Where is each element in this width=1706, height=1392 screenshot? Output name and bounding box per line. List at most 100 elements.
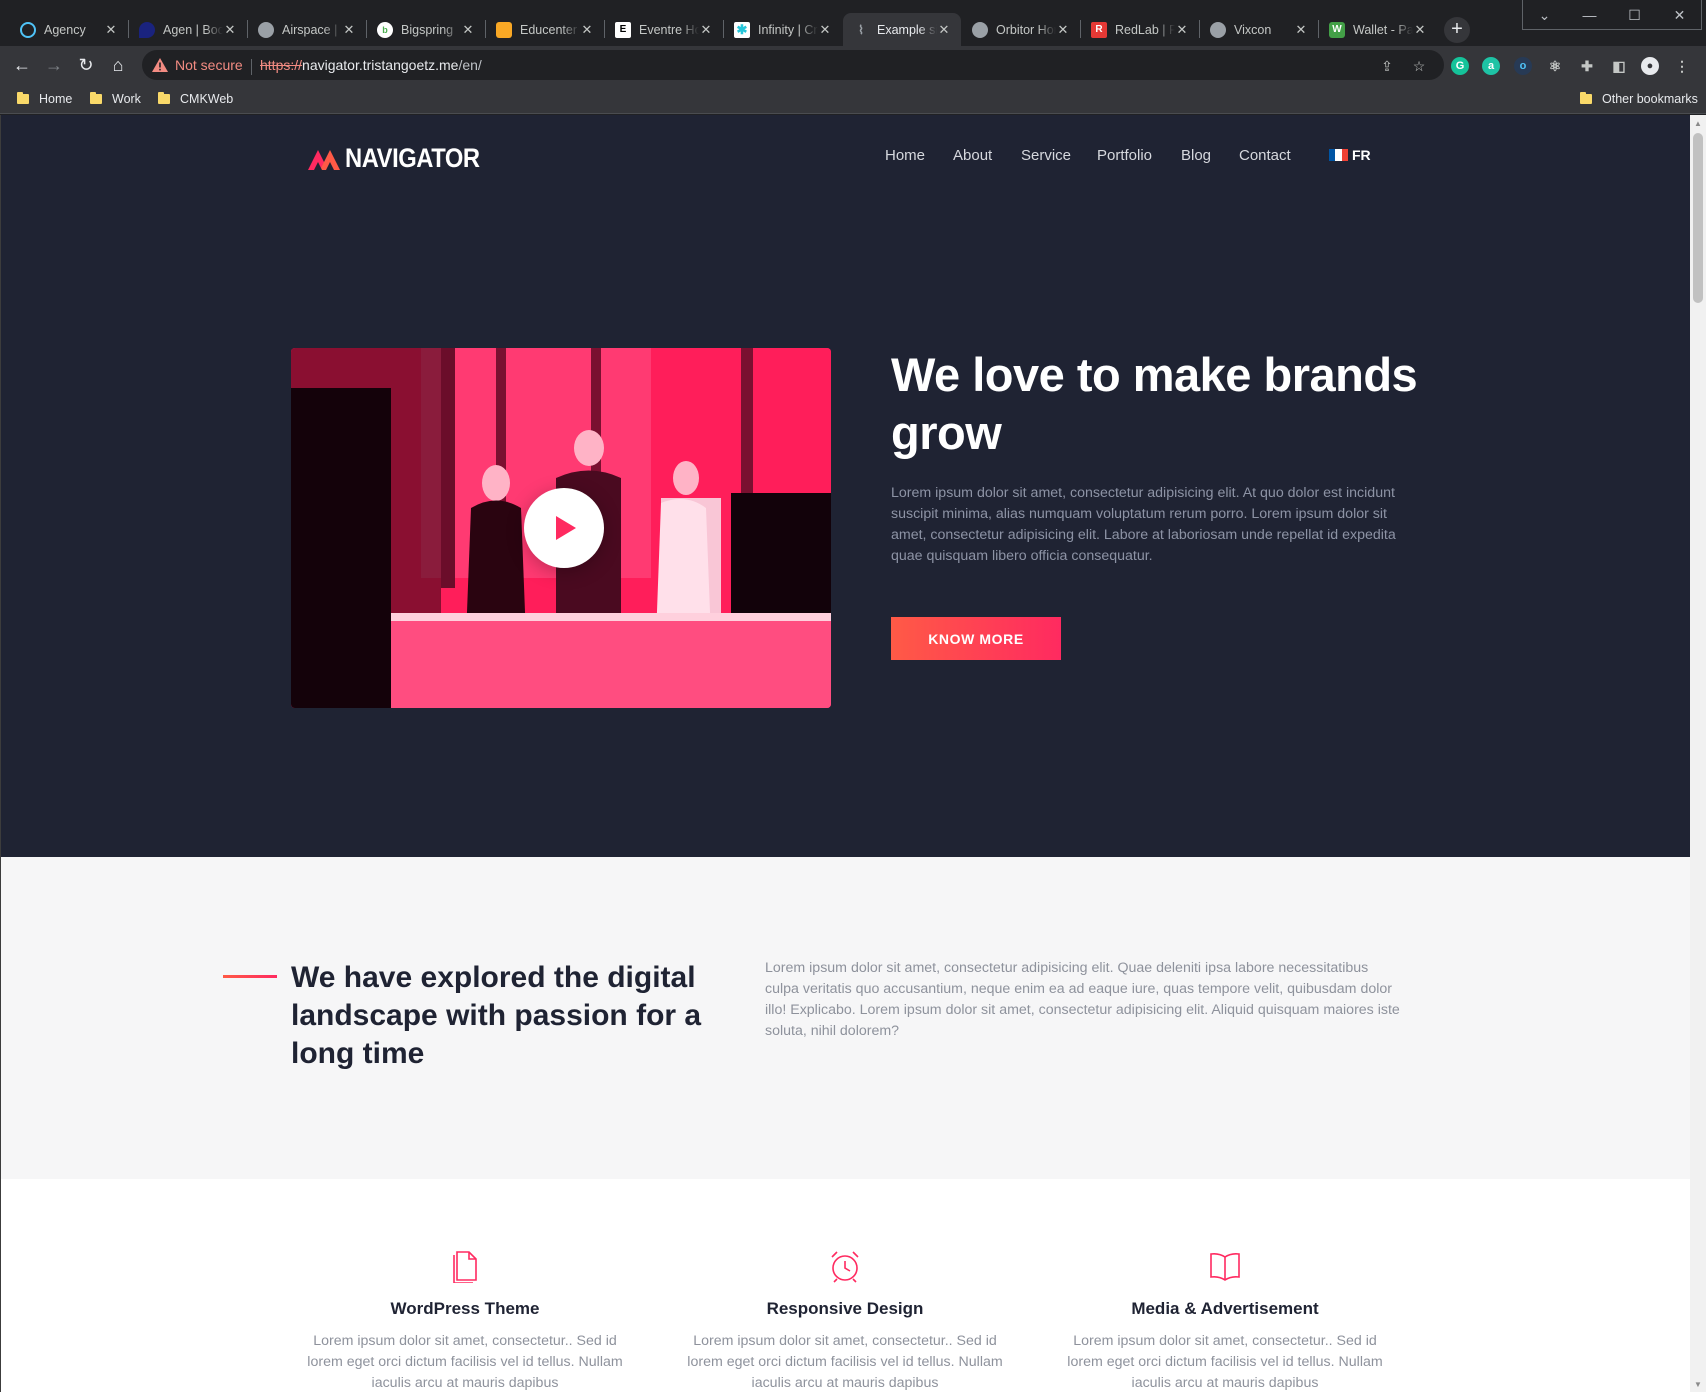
folder-icon bbox=[158, 92, 170, 104]
other-bookmarks[interactable]: Other bookmarks bbox=[1580, 90, 1698, 108]
close-tab-icon[interactable]: ✕ bbox=[1175, 22, 1189, 38]
minimize-icon[interactable]: — bbox=[1567, 0, 1612, 30]
folder-icon bbox=[1580, 92, 1592, 104]
service-text: Lorem ipsum dolor sit amet, consectetur.… bbox=[307, 1333, 623, 1391]
scroll-down-icon[interactable]: ▼ bbox=[1693, 1380, 1703, 1390]
reload-icon[interactable]: ↻ bbox=[74, 53, 98, 77]
play-button[interactable] bbox=[524, 488, 604, 568]
about-title: We have explored the digital landscape w… bbox=[291, 961, 702, 1070]
hero-text: Lorem ipsum dolor sit amet, consectetur … bbox=[891, 485, 1396, 564]
agency-globe-icon bbox=[20, 21, 36, 38]
bookmark-work[interactable]: Work bbox=[90, 90, 141, 108]
nav-portfolio[interactable]: Portfolio bbox=[1097, 147, 1152, 164]
tab-agen[interactable]: Agen | Bootstrap✕ bbox=[129, 13, 247, 46]
folder-icon bbox=[17, 92, 29, 104]
side-panel-icon[interactable]: ◧ bbox=[1610, 57, 1628, 75]
wallet-icon: W bbox=[1329, 21, 1345, 38]
close-tab-icon[interactable]: ✕ bbox=[1056, 22, 1070, 38]
service-text: Lorem ipsum dolor sit amet, consectetur.… bbox=[1067, 1333, 1383, 1391]
bigspring-icon: b bbox=[377, 21, 393, 38]
logo-mark-icon bbox=[308, 150, 340, 170]
box-icon bbox=[496, 21, 512, 38]
close-tab-icon[interactable]: ✕ bbox=[223, 22, 237, 38]
logo-text: NAVIGATOR bbox=[345, 142, 480, 173]
service-title: Media & Advertisement bbox=[1131, 1299, 1319, 1318]
folder-icon bbox=[90, 92, 102, 104]
nav-contact[interactable]: Contact bbox=[1239, 147, 1291, 164]
tab-search-icon[interactable]: ⌄ bbox=[1522, 0, 1567, 30]
react-devtools-icon[interactable]: ⚛ bbox=[1546, 57, 1564, 75]
nav-blog[interactable]: Blog bbox=[1181, 147, 1211, 164]
service-card: WordPress Theme Lorem ipsum dolor sit am… bbox=[300, 1249, 630, 1392]
asterisk-icon: ✱ bbox=[734, 21, 750, 38]
alarm-clock-icon bbox=[831, 1251, 859, 1283]
scroll-up-icon[interactable]: ▲ bbox=[1693, 119, 1703, 129]
service-title: Responsive Design bbox=[766, 1299, 924, 1318]
tab-vixcon[interactable]: Vixcon ✕ bbox=[1200, 13, 1318, 46]
extension-icon[interactable]: o bbox=[1514, 57, 1532, 75]
tab-airspace[interactable]: Airspace | ✕ bbox=[248, 13, 366, 46]
tab-example-site[interactable]: ⌇ Example site✕ bbox=[843, 13, 961, 46]
document-icon bbox=[453, 1251, 477, 1283]
nav-home[interactable]: Home bbox=[885, 147, 925, 164]
pulse-icon: ⌇ bbox=[858, 22, 864, 37]
tab-bigspring[interactable]: b Bigspring ✕ bbox=[367, 13, 485, 46]
close-tab-icon[interactable]: ✕ bbox=[461, 22, 475, 38]
close-tab-icon[interactable]: ✕ bbox=[342, 22, 356, 38]
tab-wallet[interactable]: W Wallet - Payment✕ bbox=[1319, 13, 1437, 46]
hero-title: We love to make brands grow bbox=[891, 348, 1418, 459]
eventre-e-icon: E bbox=[615, 21, 631, 38]
page-scrollbar[interactable] bbox=[1690, 115, 1706, 1392]
profile-avatar[interactable]: ● bbox=[1641, 57, 1659, 75]
tab-orbitor[interactable]: Orbitor Home✕ bbox=[962, 13, 1080, 46]
home-icon[interactable]: ⌂ bbox=[106, 53, 130, 77]
grammarly-extension-icon[interactable]: G bbox=[1451, 57, 1469, 75]
close-window-icon[interactable]: ✕ bbox=[1657, 0, 1702, 30]
tab-agency[interactable]: Agency ✕ bbox=[10, 13, 128, 46]
globe-icon bbox=[1210, 21, 1226, 38]
about-text: Lorem ipsum dolor sit amet, consectetur … bbox=[765, 960, 1400, 1039]
maximize-icon[interactable]: ☐ bbox=[1612, 0, 1657, 30]
url-text[interactable]: https://navigator.tristangoetz.me/en/ bbox=[260, 57, 482, 73]
forward-icon[interactable]: → bbox=[42, 53, 66, 77]
globe-icon bbox=[972, 21, 988, 38]
close-tab-icon[interactable]: ✕ bbox=[818, 22, 832, 38]
know-more-button[interactable]: KNOW MORE bbox=[891, 617, 1061, 660]
open-book-icon bbox=[1210, 1253, 1240, 1281]
extensions-puzzle-icon[interactable]: ✚ bbox=[1578, 57, 1596, 75]
warning-icon bbox=[152, 58, 168, 72]
close-tab-icon[interactable]: ✕ bbox=[937, 22, 951, 38]
close-tab-icon[interactable]: ✕ bbox=[1294, 22, 1308, 38]
close-tab-icon[interactable]: ✕ bbox=[1413, 22, 1427, 38]
page-viewport: NAVIGATOR Home About Service Portfolio B… bbox=[0, 115, 1690, 1392]
back-icon[interactable]: ← bbox=[10, 53, 34, 77]
tab-educenter[interactable]: Educenter Home✕ bbox=[486, 13, 604, 46]
accent-line bbox=[223, 975, 277, 978]
a-extension-icon[interactable]: a bbox=[1482, 57, 1500, 75]
nav-about[interactable]: About bbox=[953, 147, 992, 164]
site-logo[interactable]: NAVIGATOR bbox=[308, 143, 498, 173]
nav-service[interactable]: Service bbox=[1021, 147, 1071, 164]
close-tab-icon[interactable]: ✕ bbox=[699, 22, 713, 38]
service-text: Lorem ipsum dolor sit amet, consectetur.… bbox=[687, 1333, 1003, 1391]
tab-infinity[interactable]: ✱ Infinity | Creative✕ bbox=[724, 13, 842, 46]
bookmark-cmkweb[interactable]: CMKWeb bbox=[158, 90, 233, 108]
scrollbar-thumb[interactable] bbox=[1693, 133, 1703, 303]
bookmarks-bar: Home Work CMKWeb Other bookmarks bbox=[0, 84, 1706, 114]
pin-icon bbox=[139, 21, 155, 38]
new-tab-button[interactable]: + bbox=[1444, 17, 1470, 43]
browser-toolbar: ← → ↻ ⌂ Not secure https://navigator.tri… bbox=[0, 46, 1706, 84]
play-icon bbox=[556, 516, 576, 540]
bookmark-star-icon[interactable]: ☆ bbox=[1410, 57, 1428, 75]
browser-tab-bar: Agency✕ Agen | Bootstrap✕ Airspace | ✕ b… bbox=[0, 0, 1706, 46]
close-tab-icon[interactable]: ✕ bbox=[580, 22, 594, 38]
tab-eventre[interactable]: E Eventre Home✕ bbox=[605, 13, 723, 46]
bookmark-home[interactable]: Home bbox=[17, 90, 72, 108]
security-status[interactable]: Not secure bbox=[175, 57, 243, 73]
redlab-r-icon: R bbox=[1091, 21, 1107, 38]
language-switcher[interactable]: FR bbox=[1329, 147, 1371, 163]
close-tab-icon[interactable]: ✕ bbox=[104, 22, 118, 38]
chrome-menu-icon[interactable]: ⋮ bbox=[1673, 57, 1691, 75]
tab-redlab[interactable]: R RedLab | Free✕ bbox=[1081, 13, 1199, 46]
share-icon[interactable]: ⇪ bbox=[1378, 57, 1396, 75]
